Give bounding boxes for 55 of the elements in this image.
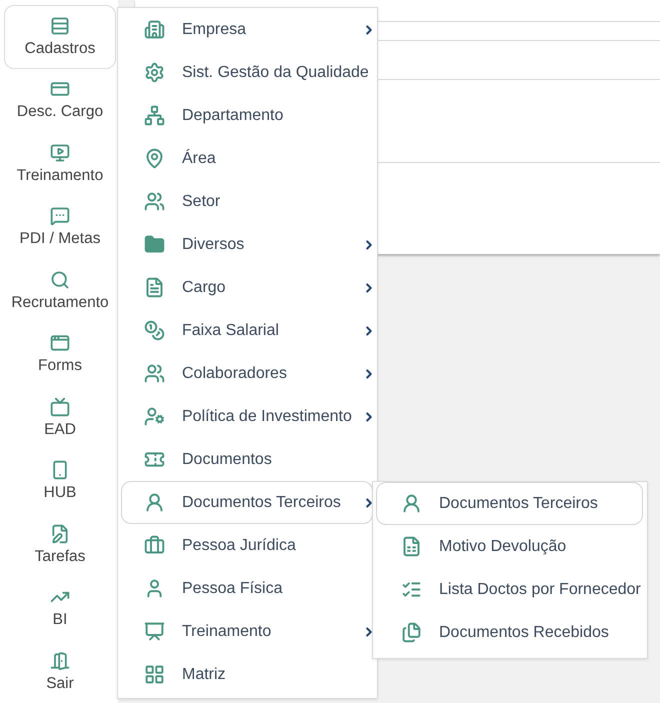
door-icon	[50, 650, 70, 671]
submenu-item[interactable]: Lista Doctos por Fornecedor	[376, 568, 643, 611]
screen-icon	[50, 142, 70, 163]
sidebar-item[interactable]: EAD	[4, 386, 116, 450]
menu-item[interactable]: Política de Investimento	[121, 395, 373, 438]
menu-item[interactable]: Treinamento	[121, 610, 373, 653]
submenu-item[interactable]: Documentos Recebidos	[376, 611, 643, 654]
menu-item[interactable]: Empresa	[121, 8, 373, 51]
submenu-item[interactable]: Documentos Terceiros	[376, 482, 643, 525]
search-icon	[50, 270, 70, 290]
menu-item[interactable]: Faixa Salarial	[121, 309, 373, 352]
menu-item[interactable]: Área	[121, 137, 373, 180]
sidebar-item[interactable]: PDI / Metas	[4, 196, 116, 259]
menu-item[interactable]: Matriz	[121, 653, 373, 696]
sidebar-item[interactable]: Tarefas	[4, 513, 116, 576]
pen-file-icon	[50, 524, 70, 544]
people-icon	[144, 363, 165, 384]
sidebar-item[interactable]: BI	[4, 576, 116, 640]
menu-item[interactable]: Colaboradores	[121, 352, 373, 395]
document-icon	[401, 536, 422, 557]
window-icon	[50, 333, 70, 354]
folder-icon	[144, 234, 165, 255]
user-icon	[144, 492, 165, 513]
file-icon	[144, 277, 165, 298]
menu-item[interactable]: Sist. Gestão da Qualidade	[121, 51, 373, 94]
grid-icon	[144, 664, 165, 685]
screen-icon	[50, 396, 70, 417]
menu-item[interactable]: Diversos	[121, 223, 373, 266]
sidebar-item[interactable]: Forms	[4, 322, 116, 386]
sidebar-item[interactable]: HUB	[4, 450, 116, 513]
briefcase-icon	[144, 535, 165, 556]
coins-icon	[144, 320, 165, 341]
people-icon	[144, 191, 165, 212]
menu-item[interactable]: Cargo	[121, 266, 373, 309]
list-icon	[50, 16, 70, 36]
sidebar-item[interactable]: Desc. Cargo	[4, 68, 116, 132]
sidebar-item[interactable]: Recrutamento	[4, 259, 116, 322]
menu-item[interactable]: Documentos	[121, 438, 373, 481]
chat-icon	[50, 206, 70, 226]
settings-icon	[144, 62, 165, 83]
menu-item[interactable]: Pessoa Jurídica	[121, 524, 373, 567]
map-pin-icon	[144, 148, 165, 169]
files-icon	[401, 622, 422, 643]
user-gear-icon	[144, 406, 165, 427]
user-icon	[401, 493, 422, 514]
hierarchy-icon	[144, 105, 165, 126]
submenu-item[interactable]: Motivo Devolução	[376, 525, 643, 568]
menu-item[interactable]: Departamento	[121, 94, 373, 137]
sidebar-item[interactable]: Cadastros	[4, 5, 116, 68]
building-icon	[144, 19, 165, 40]
presentation-icon	[144, 621, 165, 642]
menu-item[interactable]: Setor	[121, 180, 373, 223]
sidebar-item[interactable]: Treinamento	[4, 132, 116, 196]
menu-item[interactable]: Pessoa Física	[121, 567, 373, 610]
sidebar-item[interactable]: Sair	[4, 640, 116, 703]
